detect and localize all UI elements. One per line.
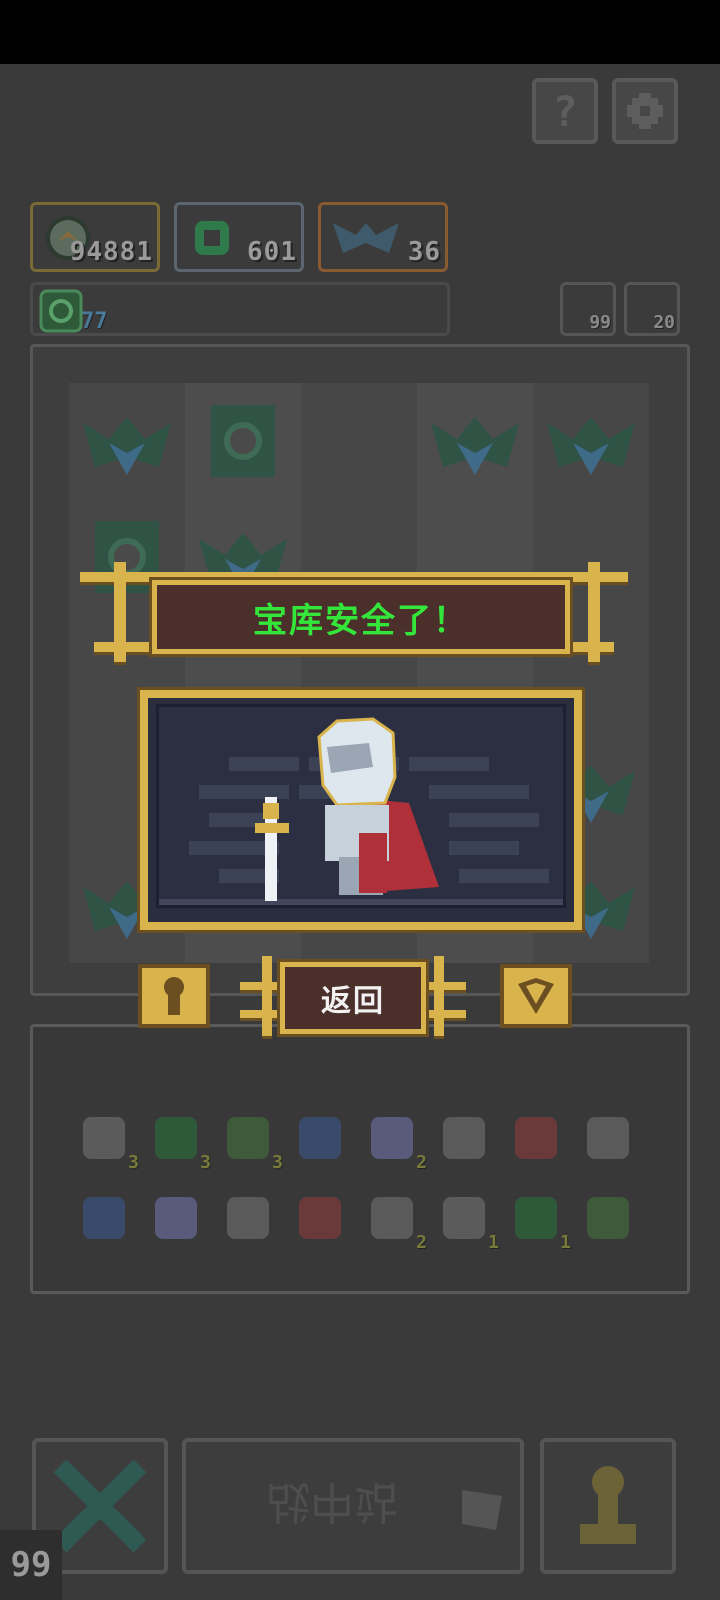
banner-left-post [114, 562, 126, 662]
hero-portrait [156, 704, 566, 908]
return-left-post [262, 956, 272, 1036]
knight-scene [159, 717, 563, 905]
shield-icon [518, 978, 554, 1014]
return-label: 返回 [321, 984, 385, 1019]
hero-portrait-frame [140, 690, 582, 930]
keyhole-icon [164, 977, 184, 1015]
return-right-post [434, 956, 444, 1036]
return-button[interactable]: 返回 [280, 962, 426, 1034]
game-screen: ? 94881 601 36 77 99 20 3 3 3 2 2 1 1 战中… [0, 64, 720, 1600]
banner-right-post [588, 562, 600, 662]
shield-button[interactable] [500, 964, 572, 1028]
vault-safe-dialog: 宝库安全了！ 返回 [0, 64, 720, 1600]
dialog-title: 宝库安全了！ [253, 600, 469, 641]
lock-button[interactable] [138, 964, 210, 1028]
title-banner: 宝库安全了！ [152, 580, 570, 654]
status-bar [0, 0, 720, 64]
